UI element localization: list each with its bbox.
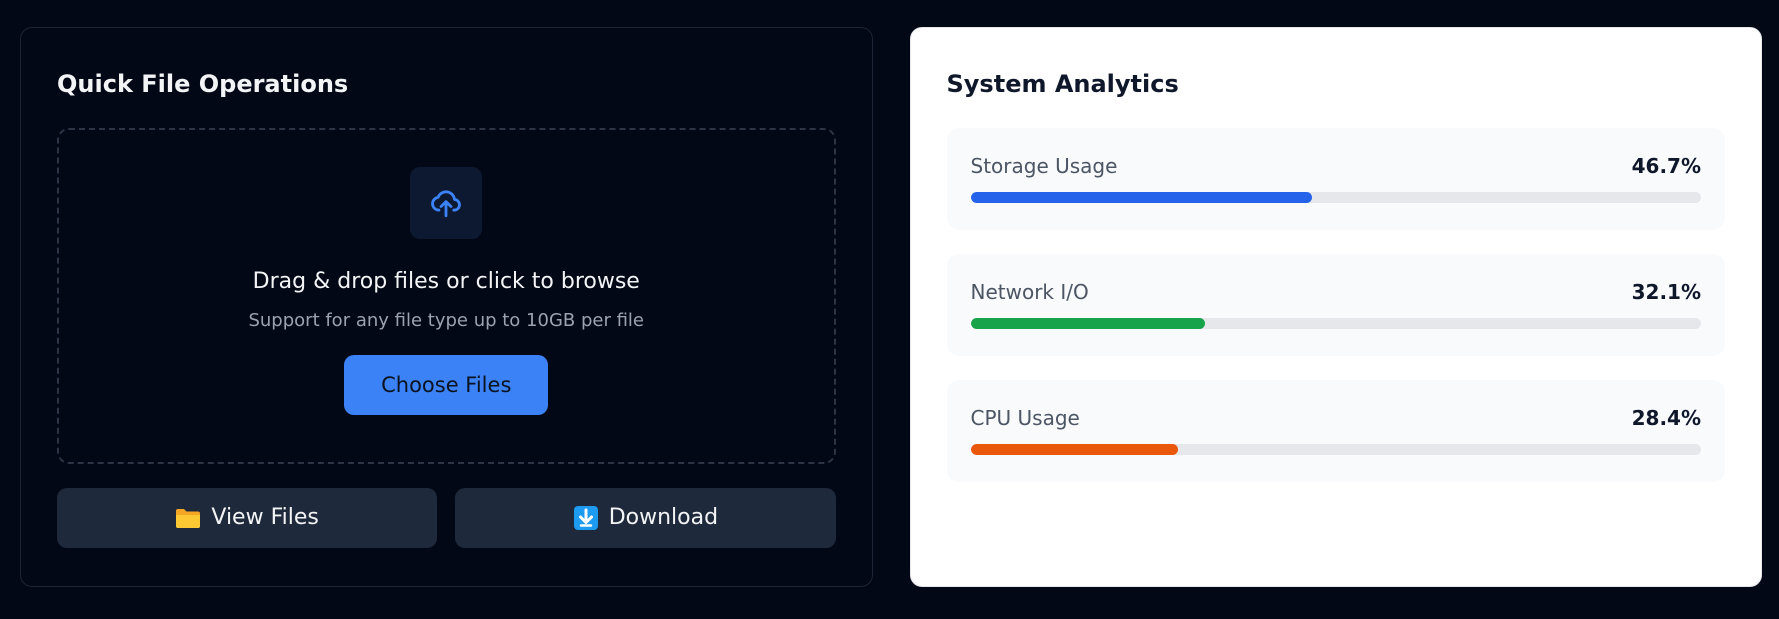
file-actions: View Files Download [57, 487, 836, 548]
metric-network-io: Network I/O 32.1% [946, 253, 1725, 356]
metric-storage-usage: Storage Usage 46.7% [946, 127, 1725, 230]
progress-fill [970, 443, 1178, 455]
metric-cpu-usage: CPU Usage 28.4% [946, 379, 1725, 482]
view-files-button[interactable]: View Files [57, 487, 438, 548]
metric-value: 28.4% [1631, 405, 1701, 430]
cloud-upload-icon [410, 166, 483, 239]
file-operations-title: Quick File Operations [57, 70, 349, 98]
metric-label: Network I/O [970, 279, 1089, 304]
metric-label: Storage Usage [970, 153, 1118, 178]
progress-bar [970, 191, 1701, 203]
metric-label: CPU Usage [970, 405, 1080, 430]
dashboard: Quick File Operations Drag & drop files … [20, 27, 1762, 587]
quick-file-operations-card: Quick File Operations Drag & drop files … [20, 27, 873, 587]
view-files-label: View Files [211, 505, 319, 531]
dropzone-title: Drag & drop files or click to browse [252, 268, 640, 294]
analytics-title: System Analytics [946, 70, 1179, 98]
dropzone-subtitle: Support for any file type up to 10GB per… [248, 309, 645, 331]
file-dropzone[interactable]: Drag & drop files or click to browse Sup… [57, 127, 836, 464]
progress-fill [970, 317, 1205, 329]
progress-bar [970, 317, 1701, 329]
folder-icon [175, 505, 201, 531]
download-icon [573, 505, 599, 531]
download-button[interactable]: Download [455, 487, 836, 548]
system-analytics-card: System Analytics Storage Usage 46.7% Net… [909, 27, 1762, 587]
choose-files-button[interactable]: Choose Files [344, 354, 549, 415]
metrics-list: Storage Usage 46.7% Network I/O 32.1% CP… [946, 127, 1725, 482]
metric-value: 32.1% [1631, 279, 1701, 304]
progress-bar [970, 443, 1701, 455]
progress-fill [970, 191, 1312, 203]
download-label: Download [608, 505, 719, 531]
metric-value: 46.7% [1631, 153, 1701, 178]
